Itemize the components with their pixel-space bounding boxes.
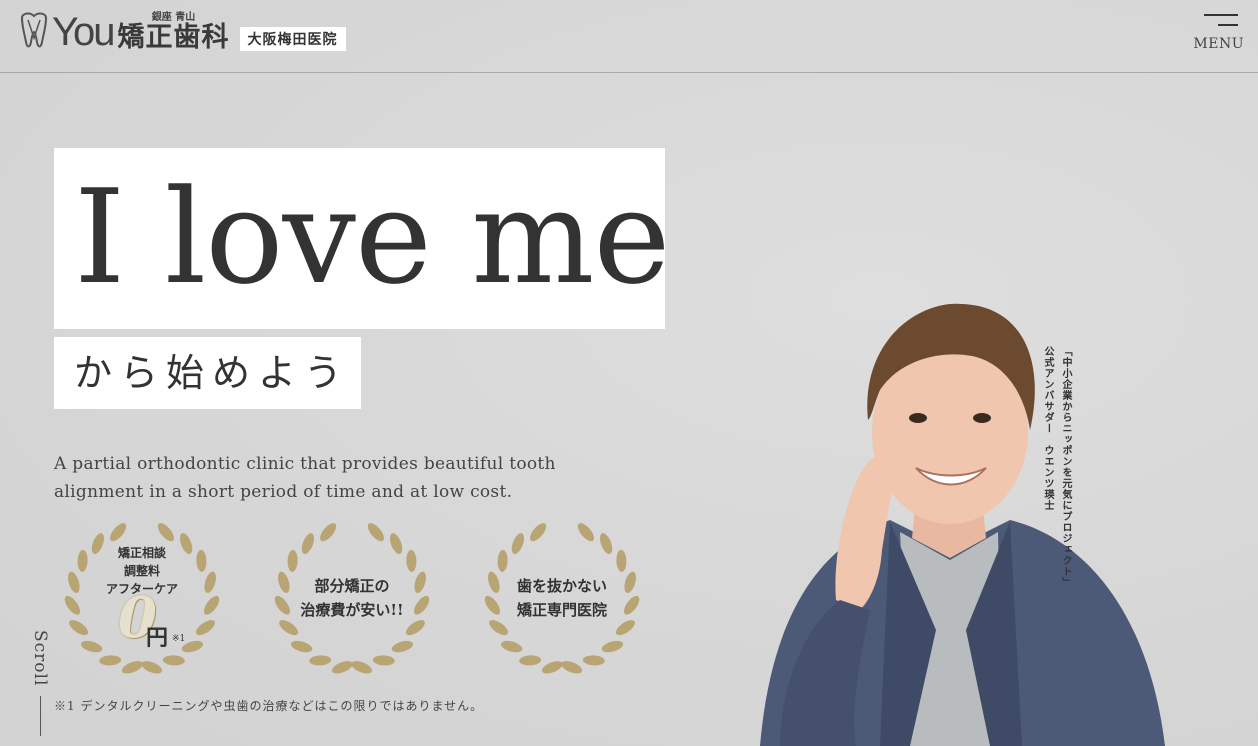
laurel-leaf <box>500 640 523 653</box>
hero-headline: I love me <box>74 161 670 313</box>
ambassador-title-caption: 公式アンバサダー ウエンツ瑛士 <box>1042 346 1053 511</box>
laurel-leaf <box>561 661 583 674</box>
laurel-leaf <box>99 655 122 666</box>
laurel-leaf <box>195 620 215 636</box>
menu-label: MENU <box>1193 36 1244 52</box>
clinic-logo[interactable]: You 銀座 青山 矯正歯科 大阪梅田医院 <box>18 10 346 54</box>
laurel-leaf <box>162 655 185 666</box>
laurel-leaf <box>601 640 624 653</box>
award-badge-low-cost: 部分矯正の 治療費が安い!! <box>264 512 440 678</box>
hero-subheadline: から始めよう <box>74 351 351 395</box>
award-line: 部分矯正の <box>314 577 390 595</box>
laurel-leaf <box>582 655 605 666</box>
laurel-leaf <box>372 655 395 666</box>
site-header: You 銀座 青山 矯正歯科 大阪梅田医院 MENU <box>0 0 1258 73</box>
laurel-leaf <box>577 523 594 542</box>
laurel-leaf <box>530 523 547 542</box>
laurel-leaf <box>290 640 313 653</box>
award-line: 歯を抜かない <box>516 577 607 595</box>
laurel-leaf <box>301 533 315 555</box>
ambassador-photo <box>760 303 1165 746</box>
logo-clinic-name: 矯正歯科 <box>117 21 230 53</box>
scroll-label: Scroll <box>30 630 50 687</box>
laurel-leaf <box>367 523 384 542</box>
menu-button[interactable]: MENU <box>1193 12 1244 56</box>
ambassador-project-caption: 「中小企業からニッポンを元気にプロジェクト」 <box>1060 346 1071 588</box>
laurel-leaf <box>599 533 613 555</box>
note-marker: ※1 <box>172 634 186 644</box>
laurel-leaf <box>511 533 525 555</box>
yen-label: 円 <box>146 625 169 651</box>
laurel-leaf <box>519 655 542 666</box>
laurel-leaf <box>121 661 143 674</box>
award-line: 治療費が安い!! <box>300 601 404 619</box>
laurel-leaf <box>406 549 417 572</box>
award-line: 矯正相談 <box>117 546 166 560</box>
award-line: 調整料 <box>123 564 160 578</box>
tooth-icon <box>20 12 48 48</box>
logo-location-text: 銀座 青山 <box>151 11 196 23</box>
hamburger-icon <box>1204 14 1238 16</box>
logo-you-text: You <box>52 10 115 54</box>
award-badge-no-extraction: 歯を抜かない 矯正専門医院 <box>474 512 650 678</box>
award-badge-free-consultation: 矯正相談 調整料 アフターケア 0 円 ※1 <box>54 512 230 678</box>
scroll-line <box>40 696 41 736</box>
laurel-leaf <box>389 533 403 555</box>
laurel-leaf <box>541 661 563 674</box>
laurel-leaf <box>497 549 508 572</box>
laurel-leaf <box>287 549 298 572</box>
laurel-leaf <box>616 549 627 572</box>
laurel-leaf <box>69 620 89 636</box>
laurel-leaf <box>331 661 353 674</box>
laurel-leaf <box>157 523 174 542</box>
laurel-leaf <box>80 640 103 653</box>
laurel-leaf <box>141 661 163 674</box>
laurel-leaf <box>110 523 127 542</box>
laurel-leaf <box>309 655 332 666</box>
laurel-leaf <box>320 523 337 542</box>
laurel-leaf <box>351 661 373 674</box>
subheadline-box: から始めよう <box>54 337 361 409</box>
scroll-indicator[interactable]: Scroll <box>30 630 50 736</box>
headline-box: I love me <box>54 148 670 329</box>
footnote: ※1 デンタルクリーニングや虫歯の治療などはこの限りではありません。 <box>54 699 484 713</box>
hamburger-icon-line <box>1218 24 1238 26</box>
laurel-leaf <box>391 640 414 653</box>
branch-badge: 大阪梅田医院 <box>239 27 346 51</box>
hero-description: A partial orthodontic clinic that provid… <box>54 454 556 502</box>
award-line: 矯正専門医院 <box>516 601 607 619</box>
